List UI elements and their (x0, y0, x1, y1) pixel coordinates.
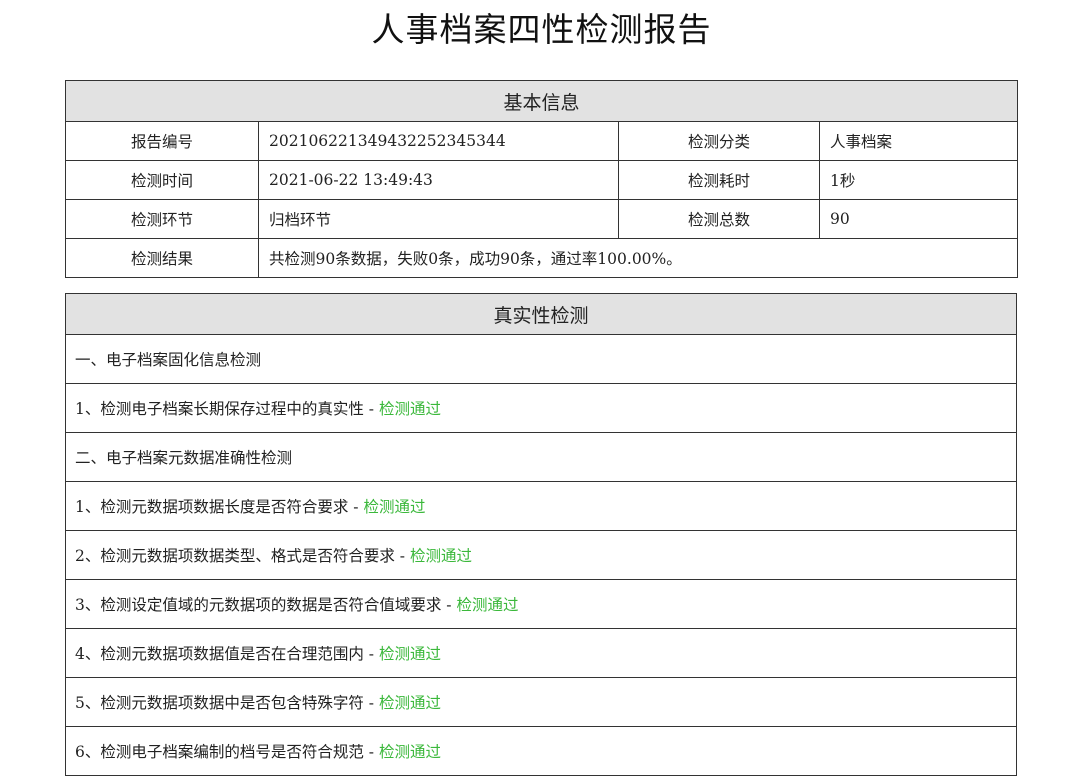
check-item-row: 6、检测电子档案编制的档号是否符合规范 - 检测通过 (65, 726, 1017, 776)
stage-value: 归档环节 (258, 199, 619, 239)
status-separator: - (363, 694, 379, 712)
category-label: 检测分类 (618, 121, 820, 161)
duration-value: 1秒 (818, 160, 1019, 200)
authenticity-rows: 一、电子档案固化信息检测 1、检测电子档案长期保存过程中的真实性 - 检测通过 二、… (65, 334, 1017, 776)
check-item-cell: 3、检测设定值域的元数据项的数据是否符合值域要求 - 检测通过 (65, 579, 1017, 629)
check-item-cell: 1、检测元数据项数据长度是否符合要求 - 检测通过 (65, 481, 1017, 531)
total-value: 90 (818, 199, 1019, 239)
report-id-label: 报告编号 (65, 121, 259, 161)
check-time-label: 检测时间 (65, 160, 259, 200)
status-separator: - (441, 596, 457, 614)
duration-label: 检测耗时 (618, 160, 820, 200)
status-separator: - (363, 645, 379, 663)
check-item-row: 1、检测电子档案长期保存过程中的真实性 - 检测通过 (65, 383, 1017, 433)
check-item-row: 一、电子档案固化信息检测 (65, 334, 1017, 384)
authenticity-table: 真实性检测 一、电子档案固化信息检测 1、检测电子档案长期保存过程中的真实性 - … (65, 293, 1017, 776)
check-status-pass: 检测通过 (378, 743, 441, 761)
check-status-pass: 检测通过 (378, 645, 441, 663)
check-item-row: 5、检测元数据项数据中是否包含特殊字符 - 检测通过 (65, 677, 1017, 727)
info-row-report-id: 报告编号 20210622134943225234534​4 检测分类 人事档案 (65, 121, 1019, 161)
status-separator: - (363, 400, 379, 418)
check-time-value: 2021-06-22 13:49:43 (258, 160, 619, 200)
status-separator: - (363, 743, 379, 761)
info-row-result: 检测结果 共检测90条数据，失败0条，成功90条，通过率100.00%。 (65, 238, 1019, 278)
check-item-text: 1、检测元数据项数据长度是否符合要求 (75, 498, 349, 516)
report-id-value: 20210622134943225234534​4 (258, 121, 619, 161)
check-item-text: 二、电子档案元数据准确性检测 (75, 449, 293, 467)
check-item-text: 2、检测元数据项数据类型、格式是否符合要求 (75, 547, 395, 565)
status-separator: - (394, 547, 410, 565)
check-item-cell: 5、检测元数据项数据中是否包含特殊字符 - 检测通过 (65, 677, 1017, 727)
check-status-pass: 检测通过 (378, 400, 441, 418)
check-item-cell: 一、电子档案固化信息检测 (65, 334, 1017, 384)
stage-label: 检测环节 (65, 199, 259, 239)
check-item-cell: 二、电子档案元数据准确性检测 (65, 432, 1017, 482)
check-item-text: 3、检测设定值域的元数据项的数据是否符合值域要求 (75, 596, 442, 614)
basic-info-header: 基本信息 (64, 80, 1019, 122)
check-item-row: 4、检测元数据项数据值是否在合理范围内 - 检测通过 (65, 628, 1017, 678)
category-value: 人事档案 (818, 121, 1019, 161)
check-item-text: 1、检测电子档案长期保存过程中的真实性 (75, 400, 364, 418)
info-row-time: 检测时间 2021-06-22 13:49:43 检测耗时 1秒 (65, 160, 1019, 200)
check-item-cell: 2、检测元数据项数据类型、格式是否符合要求 - 检测通过 (65, 530, 1017, 580)
check-status-pass: 检测通过 (363, 498, 426, 516)
check-item-text: 一、电子档案固化信息检测 (75, 351, 262, 369)
check-status-pass: 检测通过 (378, 694, 441, 712)
page-title: 人事档案四性检测报告 (371, 10, 712, 49)
check-item-cell: 1、检测电子档案长期保存过程中的真实性 - 检测通过 (65, 383, 1017, 433)
result-label: 检测结果 (65, 238, 259, 278)
status-separator: - (348, 498, 364, 516)
check-item-cell: 6、检测电子档案编制的档号是否符合规范 - 检测通过 (65, 726, 1017, 776)
check-item-row: 二、电子档案元数据准确性检测 (65, 432, 1017, 482)
check-item-text: 5、检测元数据项数据中是否包含特殊字符 (75, 694, 364, 712)
basic-info-table: 基本信息 报告编号 20210622134943225234534​4 检测分类… (64, 80, 1019, 278)
check-item-row: 3、检测设定值域的元数据项的数据是否符合值域要求 - 检测通过 (65, 579, 1017, 629)
check-item-text: 6、检测电子档案编制的档号是否符合规范 (75, 743, 364, 761)
authenticity-header: 真实性检测 (65, 293, 1017, 335)
check-status-pass: 检测通过 (409, 547, 472, 565)
check-item-row: 2、检测元数据项数据类型、格式是否符合要求 - 检测通过 (65, 530, 1017, 580)
result-value: 共检测90条数据，失败0条，成功90条，通过率100.00%。 (257, 238, 1019, 278)
total-label: 检测总数 (618, 199, 820, 239)
check-item-cell: 4、检测元数据项数据值是否在合理范围内 - 检测通过 (65, 628, 1017, 678)
check-status-pass: 检测通过 (456, 596, 519, 614)
check-item-row: 1、检测元数据项数据长度是否符合要求 - 检测通过 (65, 481, 1017, 531)
check-item-text: 4、检测元数据项数据值是否在合理范围内 (75, 645, 364, 663)
info-row-stage: 检测环节 归档环节 检测总数 90 (65, 199, 1019, 239)
